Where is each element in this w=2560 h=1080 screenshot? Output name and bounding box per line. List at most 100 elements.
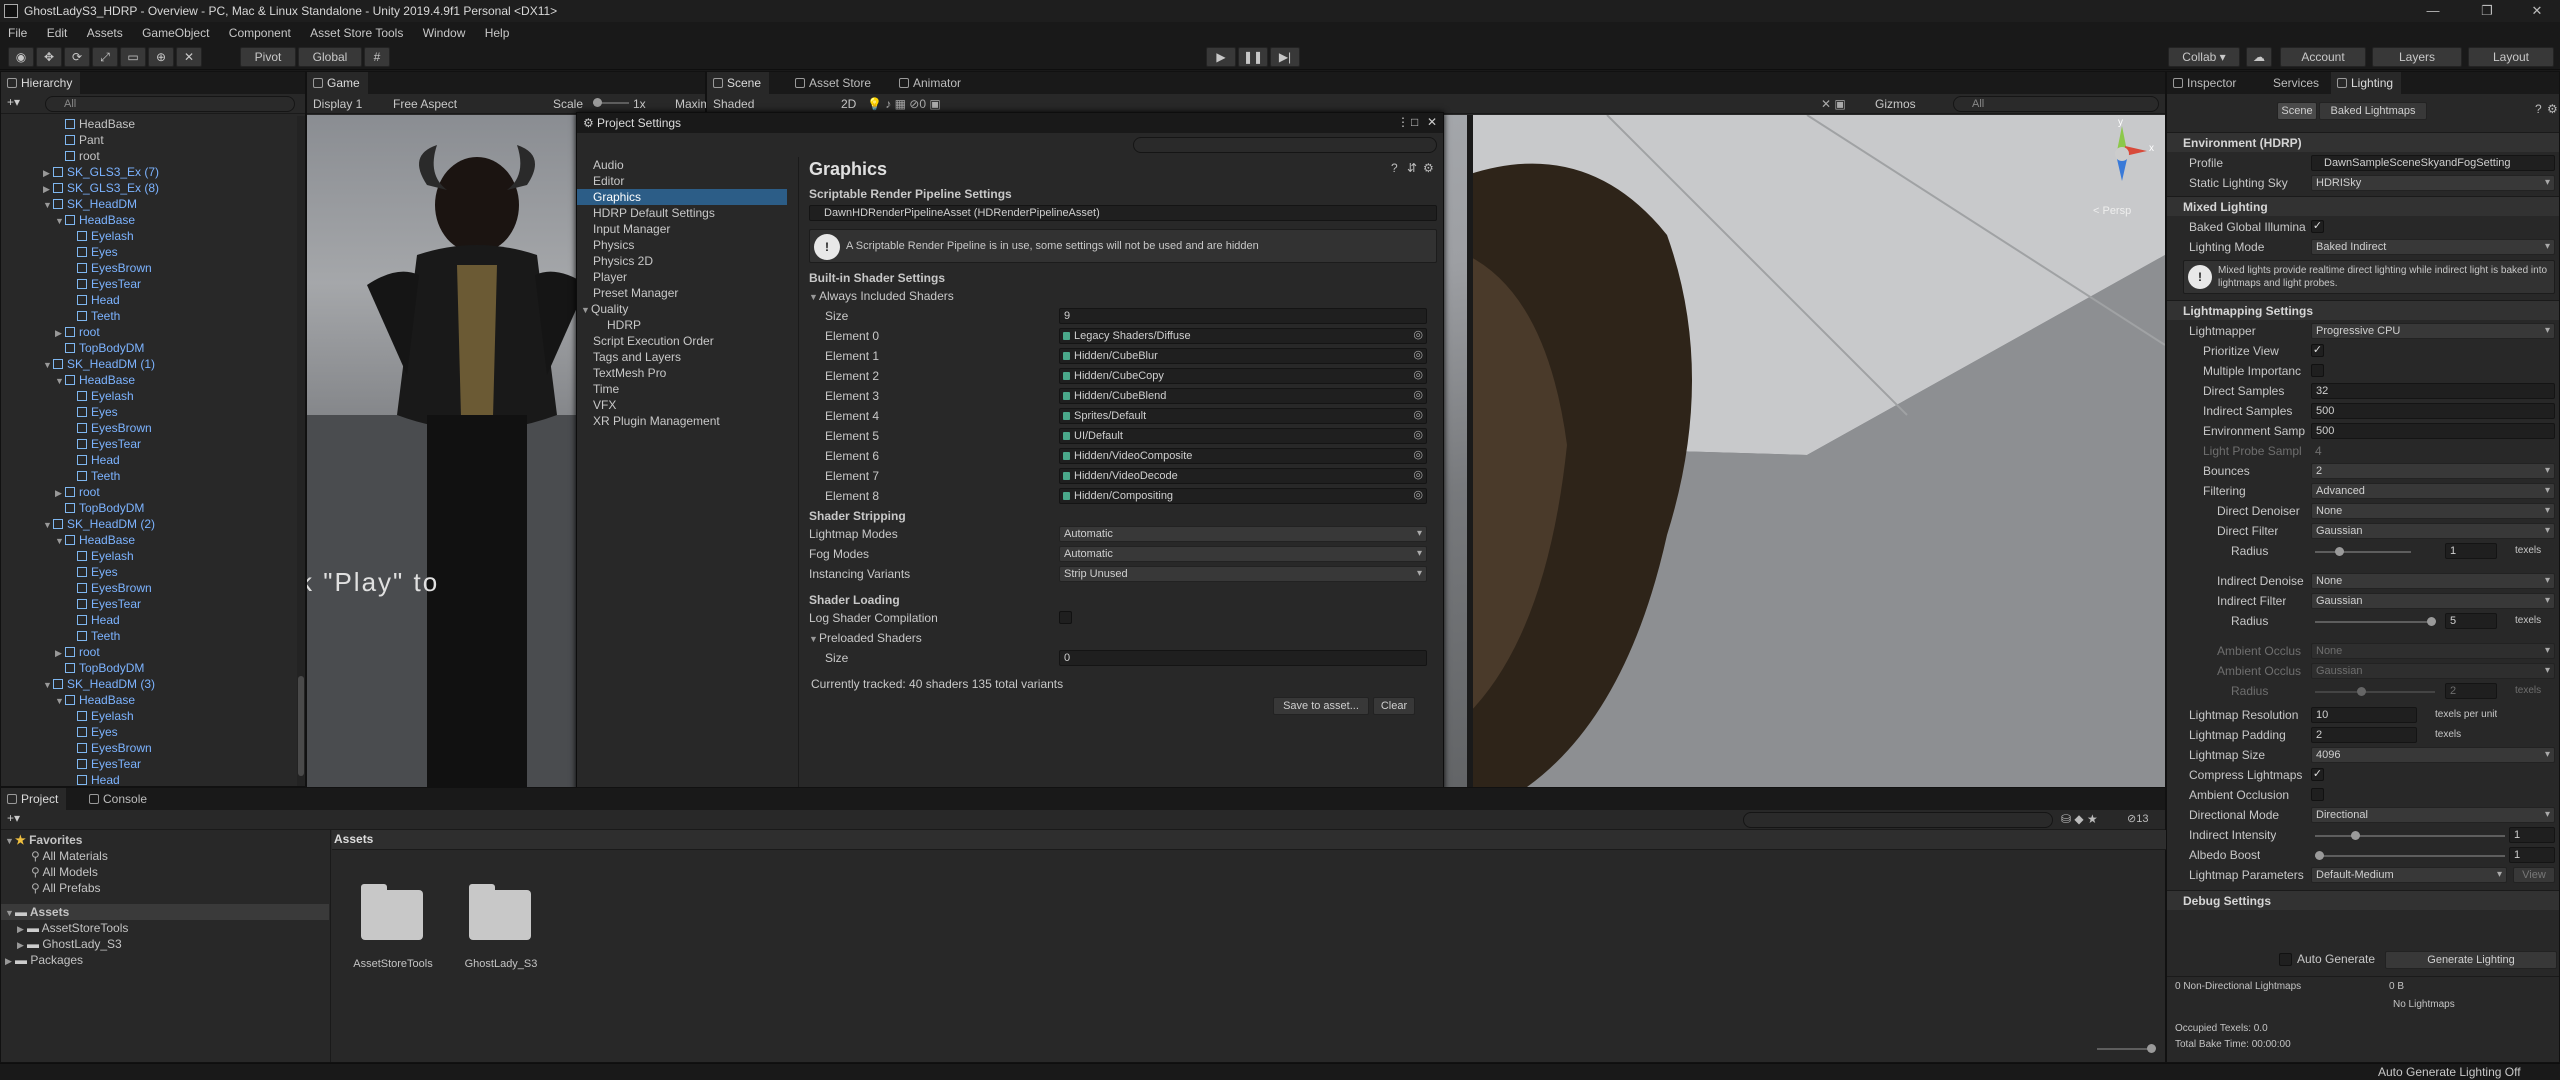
- hierarchy-row[interactable]: Eyes: [67, 564, 118, 580]
- settings-category-item[interactable]: Tags and Layers: [577, 349, 787, 365]
- static-sky-dropdown[interactable]: HDRISky: [2311, 175, 2555, 191]
- ao-denoiser-dropdown[interactable]: None: [2311, 643, 2555, 659]
- menu-edit[interactable]: Edit: [39, 22, 76, 44]
- foldout-arrow-icon[interactable]: ▼: [43, 517, 53, 533]
- settings-category-item[interactable]: XR Plugin Management: [577, 413, 787, 429]
- lighting-settings-icon[interactable]: ⚙: [2547, 102, 2558, 116]
- preset-icon[interactable]: ⇵: [1407, 161, 1417, 175]
- ao-filter-dropdown[interactable]: Gaussian: [2311, 663, 2555, 679]
- custom-tool-icon[interactable]: ✕: [176, 47, 202, 67]
- settings-category-item[interactable]: Audio: [577, 157, 787, 173]
- scale-slider[interactable]: [593, 98, 629, 107]
- foldout-arrow-icon[interactable]: ▼: [43, 357, 53, 373]
- hierarchy-row[interactable]: ▼ HeadBase: [55, 532, 135, 548]
- project-create-icon[interactable]: +▾: [7, 811, 20, 825]
- settings-category-item[interactable]: HDRP Default Settings: [577, 205, 787, 221]
- view-parameters-button[interactable]: View: [2513, 867, 2555, 883]
- fav-all-materials[interactable]: ⚲ All Materials: [31, 848, 108, 864]
- hierarchy-row[interactable]: EyesBrown: [67, 740, 152, 756]
- hierarchy-row[interactable]: ▼ HeadBase: [55, 372, 135, 388]
- hierarchy-row[interactable]: Pant: [55, 132, 104, 148]
- window-close-icon[interactable]: ✕: [1427, 115, 1437, 129]
- direct-filter-dropdown[interactable]: Gaussian: [2311, 523, 2555, 539]
- scene-lighting-icon[interactable]: 💡 ♪ ▦ ⊘0 ▣: [867, 94, 941, 114]
- preloaded-shaders-foldout[interactable]: ▼Preloaded Shaders: [809, 629, 922, 647]
- lightmap-parameters-dropdown[interactable]: Default-Medium: [2311, 867, 2507, 883]
- menu-window[interactable]: Window: [415, 22, 474, 44]
- hierarchy-row[interactable]: ▼ SK_HeadDM (1): [43, 356, 155, 372]
- hierarchy-row[interactable]: ▶ root: [55, 644, 100, 660]
- menu-asset-store-tools[interactable]: Asset Store Tools: [302, 22, 411, 44]
- aspect-dropdown[interactable]: Free Aspect: [393, 94, 457, 114]
- hierarchy-row[interactable]: TopBodyDM: [55, 340, 144, 356]
- tab-game[interactable]: Game: [307, 72, 368, 94]
- size-field[interactable]: 9: [1059, 308, 1427, 324]
- hierarchy-row[interactable]: EyesBrown: [67, 260, 152, 276]
- preloaded-size-field[interactable]: 0: [1059, 650, 1427, 666]
- hierarchy-row[interactable]: ▶ SK_GLS3_Ex (8): [43, 180, 159, 196]
- 2d-toggle[interactable]: 2D: [841, 94, 856, 114]
- direct-radius-slider[interactable]: [2315, 547, 2411, 556]
- layers-dropdown[interactable]: Layers: [2372, 47, 2462, 67]
- cloud-icon[interactable]: ☁: [2246, 47, 2272, 67]
- lightmapping-section[interactable]: Lightmapping Settings: [2167, 300, 2559, 320]
- hierarchy-row[interactable]: ▼ SK_HeadDM: [43, 196, 137, 212]
- tab-asset-store[interactable]: Asset Store: [789, 72, 879, 94]
- shader-element-field[interactable]: Hidden/CubeCopy: [1059, 368, 1427, 384]
- clear-button[interactable]: Clear: [1373, 697, 1415, 715]
- folder-ghostlady-s3[interactable]: [463, 878, 537, 942]
- ambient-occlusion-checkbox[interactable]: [2311, 788, 2324, 801]
- ao-radius-slider[interactable]: [2315, 687, 2435, 696]
- window-maximize-icon[interactable]: □: [1411, 115, 1418, 129]
- foldout-arrow-icon[interactable]: ▶: [43, 165, 53, 181]
- quality-foldout-icon[interactable]: ▼: [581, 302, 591, 318]
- hierarchy-row[interactable]: HeadBase: [55, 116, 135, 132]
- hierarchy-row[interactable]: ▼ HeadBase: [55, 212, 135, 228]
- hierarchy-row[interactable]: Teeth: [67, 628, 120, 644]
- save-to-asset-button[interactable]: Save to asset...: [1273, 697, 1369, 715]
- baked-lightmaps-subtab[interactable]: Baked Lightmaps: [2319, 102, 2427, 120]
- ao-radius-field[interactable]: 2: [2445, 683, 2497, 699]
- packages-node[interactable]: ▶ ▬ Packages: [5, 952, 83, 968]
- foldout-arrow-icon[interactable]: ▼: [55, 533, 65, 549]
- shader-element-field[interactable]: Hidden/CubeBlend: [1059, 388, 1427, 404]
- settings-category-item[interactable]: Player: [577, 269, 787, 285]
- hierarchy-row[interactable]: Head: [67, 452, 120, 468]
- hierarchy-row[interactable]: Eyelash: [67, 228, 134, 244]
- pause-button[interactable]: ❚❚: [1238, 47, 1268, 67]
- settings-category-item[interactable]: Input Manager: [577, 221, 787, 237]
- rect-tool-icon[interactable]: ▭: [120, 47, 146, 67]
- environment-samples-field[interactable]: 500: [2311, 423, 2555, 439]
- hierarchy-row[interactable]: ▼ SK_HeadDM (2): [43, 516, 155, 532]
- hierarchy-row[interactable]: ▼ SK_HeadDM (3): [43, 676, 155, 692]
- hierarchy-search-input[interactable]: All: [45, 96, 295, 112]
- hierarchy-row[interactable]: Head: [67, 292, 120, 308]
- shader-element-field[interactable]: Sprites/Default: [1059, 408, 1427, 424]
- tab-console[interactable]: Console: [83, 788, 155, 810]
- directional-mode-dropdown[interactable]: Directional: [2311, 807, 2555, 823]
- hierarchy-row[interactable]: Head: [67, 612, 120, 628]
- shading-dropdown[interactable]: Shaded: [713, 94, 754, 114]
- folder-asset-store-tools[interactable]: [355, 878, 429, 942]
- hierarchy-row[interactable]: EyesTear: [67, 276, 141, 292]
- tab-scene[interactable]: Scene: [707, 72, 770, 94]
- play-button[interactable]: ▶: [1206, 47, 1236, 67]
- menu-file[interactable]: File: [0, 22, 35, 44]
- settings-category-item[interactable]: Editor: [577, 173, 787, 189]
- hierarchy-row[interactable]: Eyes: [67, 244, 118, 260]
- scene-search-input[interactable]: All: [1953, 96, 2159, 112]
- hierarchy-row[interactable]: Eyes: [67, 724, 118, 740]
- fog-modes-dropdown[interactable]: Automatic: [1059, 546, 1427, 562]
- tab-lighting[interactable]: Lighting: [2331, 72, 2402, 94]
- hierarchy-row[interactable]: Eyelash: [67, 708, 134, 724]
- tab-project[interactable]: Project: [1, 788, 67, 810]
- tree-asset-store-tools[interactable]: ▶ ▬ AssetStoreTools: [17, 920, 128, 936]
- menu-component[interactable]: Component: [221, 22, 299, 44]
- breadcrumb-assets[interactable]: Assets: [334, 832, 373, 846]
- tab-hierarchy[interactable]: Hierarchy: [1, 72, 81, 94]
- minimize-icon[interactable]: —: [2410, 0, 2456, 22]
- tab-inspector[interactable]: Inspector: [2167, 72, 2244, 94]
- favorites-node[interactable]: ▼★ Favorites: [5, 832, 82, 848]
- close-icon[interactable]: ✕: [2514, 0, 2560, 22]
- persp-label[interactable]: < Persp: [2093, 205, 2131, 217]
